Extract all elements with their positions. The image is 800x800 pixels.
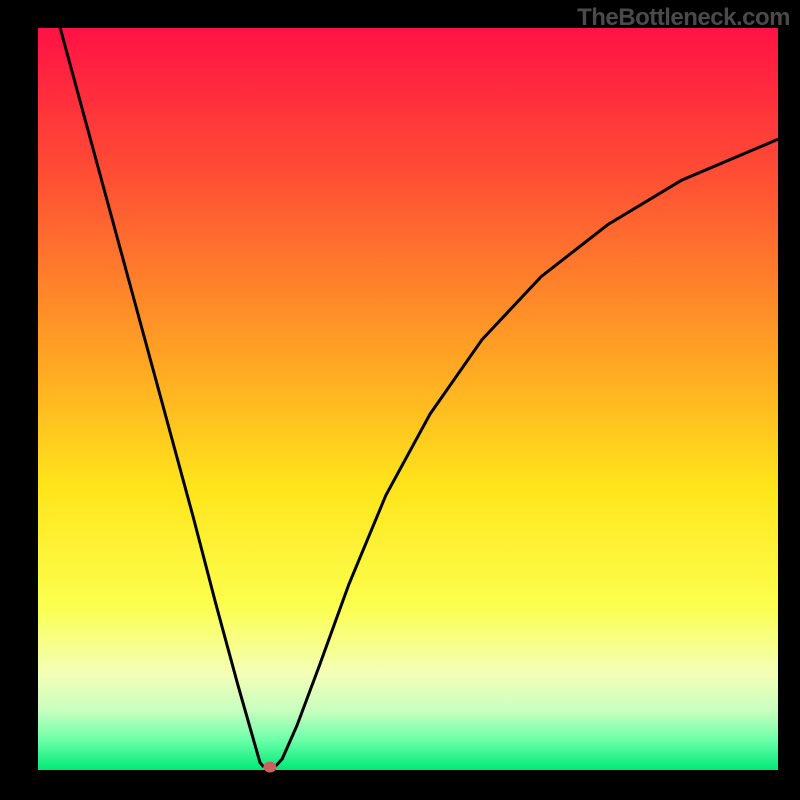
right-branch-line — [275, 139, 778, 767]
curve-layer — [38, 28, 778, 770]
chart-frame: TheBottleneck.com — [0, 0, 800, 800]
left-branch-line — [60, 28, 264, 767]
watermark-text: TheBottleneck.com — [577, 4, 790, 32]
minimum-point-marker — [263, 762, 276, 773]
plot-area — [38, 28, 778, 770]
